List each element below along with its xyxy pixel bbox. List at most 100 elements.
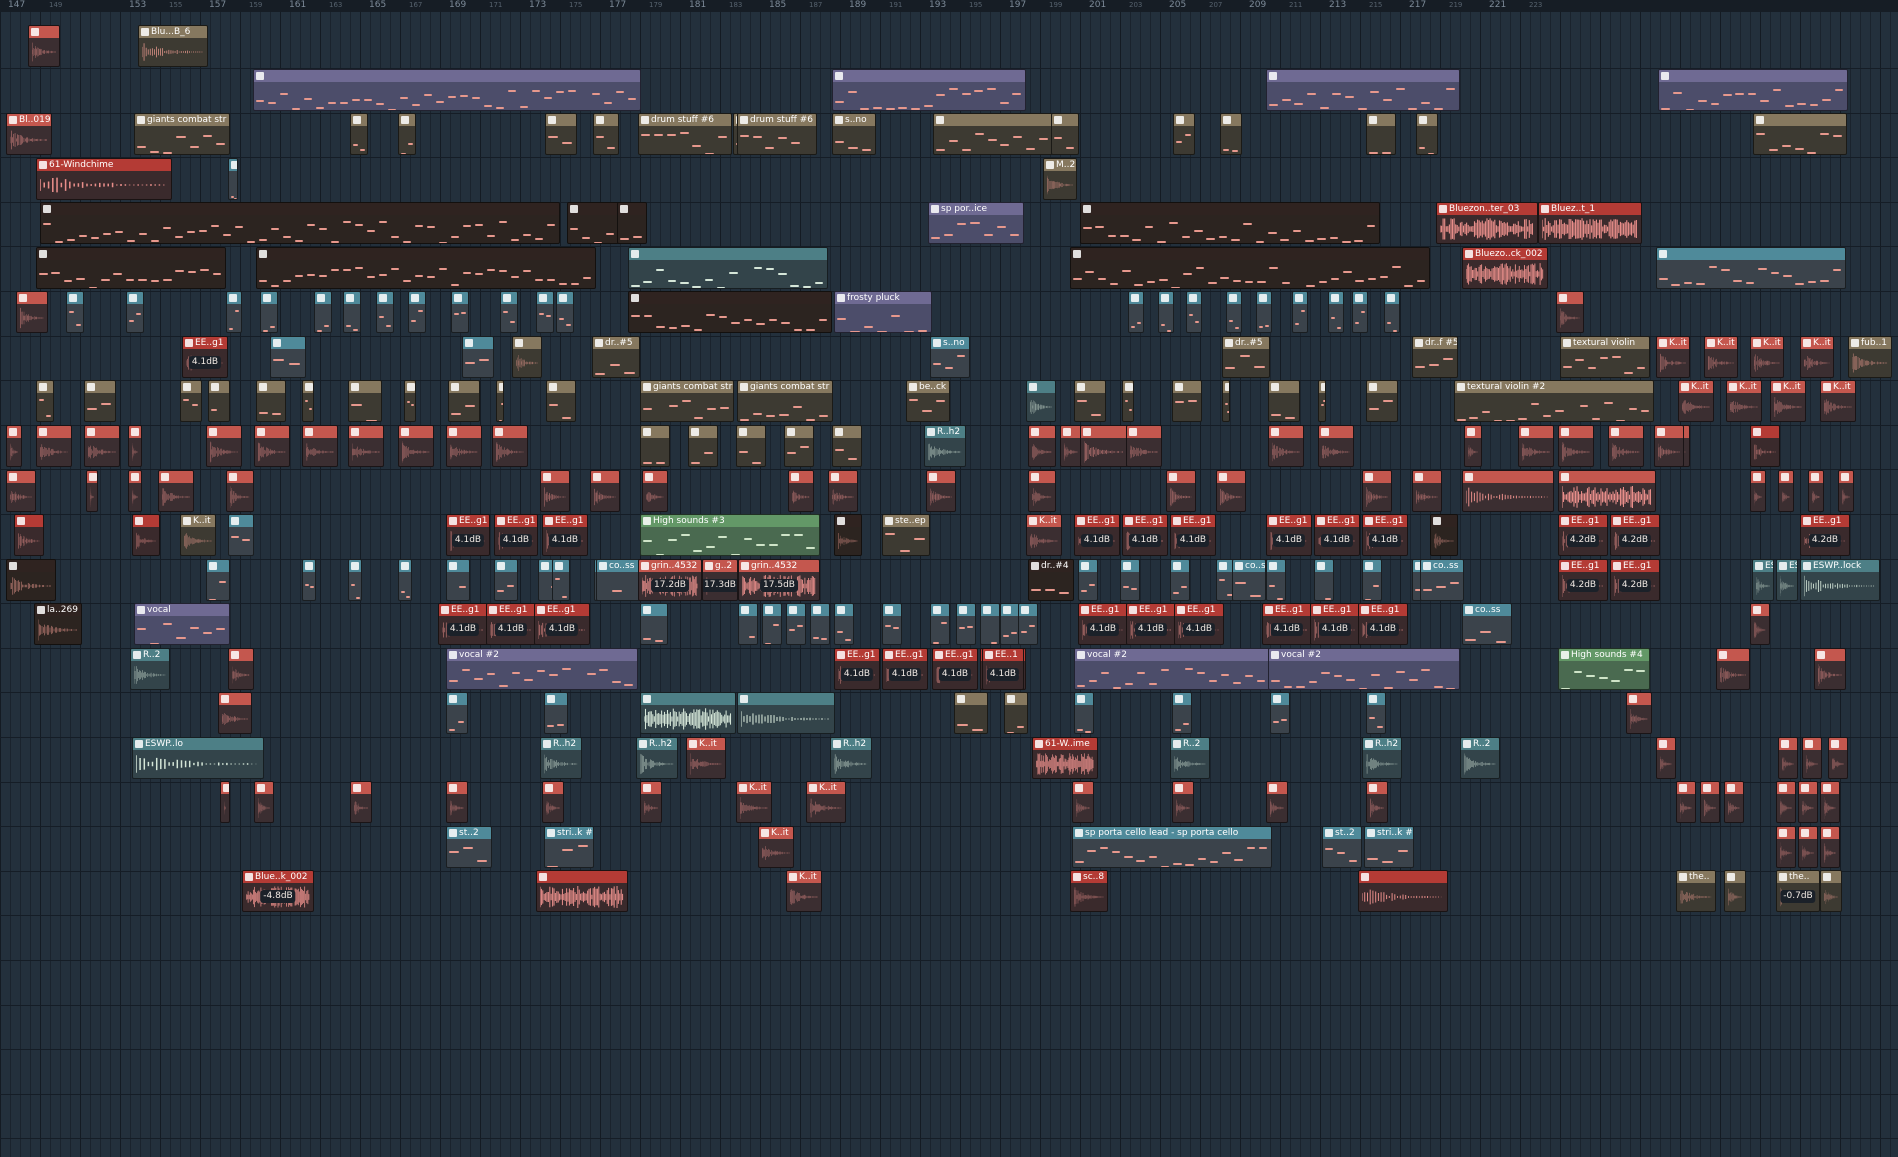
clip-header[interactable] xyxy=(1029,471,1055,483)
pattern-clip[interactable] xyxy=(1070,247,1430,289)
pattern-clip[interactable]: High sounds #4 xyxy=(1558,648,1650,690)
clip-header[interactable] xyxy=(1217,471,1245,483)
clip-header[interactable]: K..it xyxy=(1027,515,1061,527)
audio-clip[interactable]: 61-W..ime xyxy=(1032,737,1098,779)
clip-header[interactable] xyxy=(227,292,241,304)
audio-clip[interactable] xyxy=(1814,648,1846,690)
audio-clip[interactable] xyxy=(1558,470,1656,512)
pattern-clip[interactable] xyxy=(253,69,641,111)
clip-header[interactable]: textural violin xyxy=(1561,337,1649,349)
audio-clip[interactable]: Bl..019 xyxy=(6,113,52,155)
pattern-clip[interactable] xyxy=(617,202,647,244)
pattern-clip[interactable] xyxy=(882,603,902,645)
clip-header[interactable] xyxy=(1465,426,1481,438)
clip-header[interactable] xyxy=(1821,871,1841,883)
clip-header[interactable]: R..h2 xyxy=(541,738,581,750)
audio-clip[interactable] xyxy=(1028,425,1056,467)
clip-header[interactable]: EE..g1 xyxy=(1611,515,1659,527)
clip-header[interactable] xyxy=(495,560,517,572)
clip-header[interactable] xyxy=(351,782,371,794)
clip-header[interactable] xyxy=(229,649,253,661)
clip-header[interactable] xyxy=(1267,782,1287,794)
pattern-clip[interactable] xyxy=(348,559,362,601)
audio-clip[interactable]: EE..g14.1dB xyxy=(1262,603,1312,645)
pattern-clip[interactable]: vocal #2 xyxy=(1268,648,1460,690)
audio-clip[interactable]: g..2 17.3dB xyxy=(702,559,738,601)
clip-header[interactable] xyxy=(344,292,360,304)
clip-header[interactable] xyxy=(1353,292,1367,304)
clip-header[interactable] xyxy=(1005,693,1027,705)
clip-header[interactable] xyxy=(543,782,563,794)
audio-clip[interactable]: EE..g1 4.2dB xyxy=(1558,559,1608,601)
audio-clip[interactable]: K..it xyxy=(1656,336,1690,378)
audio-clip[interactable]: K..it xyxy=(686,737,726,779)
audio-clip[interactable]: grin..4532 17.2dB xyxy=(638,559,702,601)
audio-clip[interactable] xyxy=(1608,425,1644,467)
audio-clip[interactable]: EE..g14.1dB xyxy=(1170,514,1216,556)
clip-header[interactable]: EE..g1 xyxy=(1079,604,1127,616)
audio-clip[interactable] xyxy=(1518,425,1554,467)
audio-clip[interactable] xyxy=(348,425,384,467)
clip-header[interactable] xyxy=(133,515,159,527)
clip-header[interactable]: co..ss xyxy=(597,560,639,572)
clip-header[interactable] xyxy=(1227,292,1241,304)
pattern-clip[interactable] xyxy=(1366,380,1398,422)
pattern-clip[interactable] xyxy=(1753,113,1847,155)
clip-header[interactable] xyxy=(41,203,559,215)
clip-header[interactable]: frosty pluck xyxy=(835,292,931,304)
clip-header[interactable] xyxy=(399,426,433,438)
audio-clip[interactable] xyxy=(540,470,570,512)
pattern-clip[interactable]: textural violin #2 xyxy=(1454,380,1654,422)
clip-header[interactable] xyxy=(1829,738,1847,750)
pattern-clip[interactable] xyxy=(302,380,314,422)
audio-clip[interactable] xyxy=(1072,781,1094,823)
pattern-clip[interactable] xyxy=(552,559,570,601)
pattern-clip[interactable] xyxy=(954,692,988,734)
clip-header[interactable] xyxy=(447,426,481,438)
clip-header[interactable]: EE..g1 xyxy=(487,604,535,616)
audio-clip[interactable] xyxy=(1716,648,1750,690)
clip-header[interactable] xyxy=(449,381,479,393)
clip-header[interactable] xyxy=(349,381,381,393)
pattern-clip[interactable] xyxy=(1172,380,1202,422)
pattern-clip[interactable]: giants combat str xyxy=(737,380,833,422)
audio-clip[interactable] xyxy=(1412,470,1442,512)
clip-header[interactable] xyxy=(127,292,143,304)
pattern-clip[interactable]: dr..#5 xyxy=(592,336,640,378)
audio-clip[interactable] xyxy=(1750,603,1770,645)
clip-header[interactable]: EE..1 xyxy=(983,649,1023,661)
audio-clip[interactable] xyxy=(1828,737,1848,779)
audio-clip[interactable] xyxy=(158,470,194,512)
pattern-clip[interactable] xyxy=(260,291,278,333)
clip-header[interactable] xyxy=(1081,426,1127,438)
audio-clip[interactable] xyxy=(132,514,160,556)
pattern-clip[interactable] xyxy=(270,336,306,378)
clip-header[interactable]: M..2 xyxy=(1044,159,1076,171)
audio-clip[interactable] xyxy=(1820,870,1842,912)
clip-header[interactable] xyxy=(37,381,53,393)
audio-clip[interactable] xyxy=(128,470,142,512)
audio-clip[interactable] xyxy=(1080,425,1128,467)
clip-header[interactable]: EE..g1 xyxy=(535,604,589,616)
clip-header[interactable] xyxy=(15,515,43,527)
audio-clip[interactable] xyxy=(28,25,60,67)
clip-header[interactable]: fub..1 xyxy=(1849,337,1891,349)
clip-header[interactable] xyxy=(1159,292,1173,304)
clip-header[interactable] xyxy=(229,159,237,171)
clip-header[interactable] xyxy=(67,292,83,304)
clip-header[interactable] xyxy=(1725,782,1743,794)
audio-clip[interactable] xyxy=(512,336,542,378)
audio-clip[interactable]: R..2 xyxy=(130,648,170,690)
clip-header[interactable]: la..269 xyxy=(35,604,81,616)
audio-clip[interactable]: Bluez..t_1 xyxy=(1538,202,1642,244)
pattern-clip[interactable] xyxy=(1270,692,1290,734)
clip-header[interactable] xyxy=(955,693,987,705)
clip-header[interactable] xyxy=(1367,381,1397,393)
pattern-clip[interactable] xyxy=(593,113,619,155)
audio-clip[interactable]: EE..g14.1dB xyxy=(494,514,538,556)
pattern-clip[interactable] xyxy=(786,603,806,645)
clip-header[interactable] xyxy=(227,471,253,483)
clip-header[interactable]: vocal #2 xyxy=(1269,649,1459,661)
pattern-clip[interactable]: co..ss xyxy=(1420,559,1464,601)
clip-header[interactable] xyxy=(737,426,765,438)
